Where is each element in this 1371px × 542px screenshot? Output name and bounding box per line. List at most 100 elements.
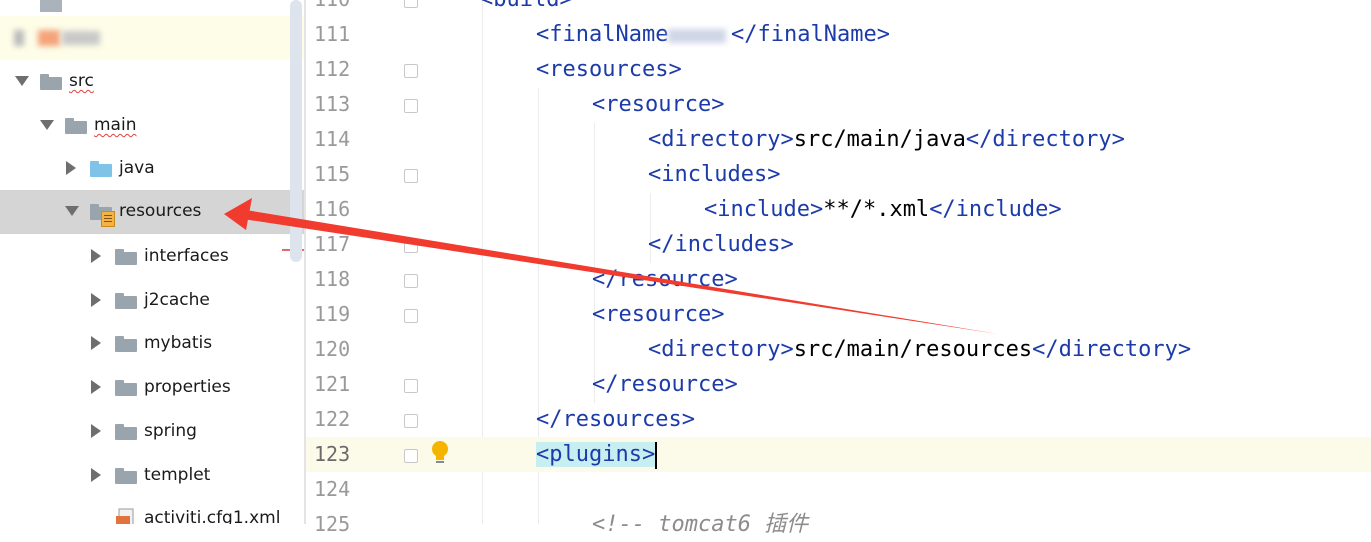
- folder-icon: [115, 380, 137, 396]
- code-line-122[interactable]: 122 </resources>: [306, 402, 1371, 437]
- code-line-110[interactable]: 110 <build>: [306, 0, 1371, 17]
- fold-marker-icon[interactable]: [404, 379, 418, 393]
- tree-item-src[interactable]: src: [0, 60, 304, 104]
- tree-item-activiti-xml[interactable]: activiti.cfg1.xml: [0, 497, 304, 524]
- expand-arrow-icon[interactable]: [66, 161, 76, 175]
- folder-icon: [65, 118, 87, 134]
- tree-item-mybatis[interactable]: mybatis: [0, 322, 304, 366]
- xml-text-value: src/main/java: [793, 127, 966, 152]
- tree-item-label: java: [119, 158, 155, 178]
- code-line-117[interactable]: 117 </includes>: [306, 227, 1371, 262]
- collapse-arrow-icon[interactable]: [15, 76, 29, 86]
- code-editor[interactable]: 110 <build> 111 <finalName </finalName> …: [306, 0, 1371, 537]
- tree-item-label: templet: [144, 465, 211, 485]
- folder-icon: [115, 424, 137, 440]
- text-caret: [655, 441, 658, 469]
- line-number: 114: [314, 127, 351, 151]
- expand-arrow-icon[interactable]: [91, 468, 101, 482]
- resources-badge-icon: [101, 211, 115, 227]
- code-comment: <!-- tomcat6 插件: [592, 512, 809, 537]
- xml-text-value: src/main/resources: [793, 337, 1033, 362]
- xml-file-icon: [116, 508, 134, 524]
- tree-item-label: interfaces: [144, 246, 229, 266]
- line-number: 111: [314, 22, 351, 46]
- line-number: 116: [314, 197, 351, 221]
- code-text: <includes>: [648, 162, 781, 187]
- code-line-113[interactable]: 113 <resource>: [306, 87, 1371, 122]
- folder-icon: [115, 468, 137, 484]
- folder-icon: [115, 293, 137, 309]
- code-line-121[interactable]: 121 </resource>: [306, 367, 1371, 402]
- folder-icon: [40, 74, 62, 90]
- tree-scrollbar[interactable]: [290, 0, 302, 262]
- expand-arrow-icon[interactable]: [91, 424, 101, 438]
- line-number: 119: [314, 302, 351, 326]
- fold-marker-icon[interactable]: [404, 274, 418, 288]
- lightbulb-icon[interactable]: [430, 440, 450, 466]
- code-text: <plugins>: [536, 442, 656, 467]
- tree-item-properties[interactable]: properties: [0, 366, 304, 410]
- expand-arrow-icon[interactable]: [91, 293, 101, 307]
- line-number: 115: [314, 162, 351, 186]
- xml-open-tag: <include>: [704, 197, 824, 222]
- redacted-value: [668, 29, 726, 43]
- tree-item-resources[interactable]: resources: [0, 190, 304, 234]
- line-number: 124: [314, 477, 351, 501]
- tree-item-main[interactable]: main: [0, 104, 304, 148]
- fold-marker-icon[interactable]: [404, 99, 418, 113]
- code-line-116[interactable]: 116 <include>**/*.xml</include>: [306, 192, 1371, 227]
- tree-item-interfaces[interactable]: interfaces: [0, 235, 304, 279]
- expand-arrow-icon[interactable]: [91, 249, 101, 263]
- tree-item-templet[interactable]: templet: [0, 454, 304, 498]
- fold-marker-icon[interactable]: [404, 64, 418, 78]
- project-tree: src main java resources interfaces j2cac…: [0, 0, 304, 524]
- code-line-114[interactable]: 114 <directory>src/main/java</directory>: [306, 122, 1371, 157]
- line-number: 113: [314, 92, 351, 116]
- fold-marker-icon[interactable]: [404, 309, 418, 323]
- code-line-115[interactable]: 115 <includes>: [306, 157, 1371, 192]
- project-name-redacted: [62, 31, 100, 45]
- xml-open-tag: <directory>: [648, 127, 794, 152]
- source-folder-icon: [90, 161, 112, 177]
- code-text: </includes>: [648, 232, 794, 257]
- code-text: </resource>: [592, 372, 738, 397]
- expand-arrow-icon[interactable]: [91, 336, 101, 350]
- code-text: <resources>: [536, 57, 682, 82]
- fold-marker-icon[interactable]: [404, 414, 418, 428]
- code-line-120[interactable]: 120 <directory>src/main/resources</direc…: [306, 332, 1371, 367]
- tree-item-j2cache[interactable]: j2cache: [0, 279, 304, 323]
- code-text: <build>: [480, 0, 573, 17]
- folder-icon: [40, 0, 62, 12]
- collapse-arrow-icon[interactable]: [40, 120, 54, 130]
- collapse-arrow-icon[interactable]: [65, 206, 79, 216]
- fold-marker-icon[interactable]: [404, 239, 418, 253]
- expand-arrow-icon[interactable]: [91, 380, 101, 394]
- code-text: </finalName>: [731, 22, 890, 47]
- tree-item-label: j2cache: [144, 290, 210, 310]
- tree-item-label: src: [69, 71, 94, 91]
- line-number: 117: [314, 232, 351, 256]
- code-line-111[interactable]: 111 <finalName </finalName>: [306, 17, 1371, 52]
- folder-icon: [115, 336, 137, 352]
- tree-item-java[interactable]: java: [0, 147, 304, 191]
- project-icon: [38, 30, 60, 46]
- code-line-118[interactable]: 118 </resource>: [306, 262, 1371, 297]
- code-line-124[interactable]: 124: [306, 472, 1371, 507]
- xml-open-tag: <directory>: [648, 337, 794, 362]
- fold-marker-icon[interactable]: [404, 449, 418, 463]
- code-text: <finalName: [536, 22, 669, 47]
- code-text: <resource>: [592, 302, 725, 327]
- module-icon: [14, 30, 24, 46]
- tree-item-label: resources: [119, 201, 202, 221]
- code-line-125[interactable]: 125 <!-- tomcat6 插件: [306, 507, 1371, 542]
- tree-row-project[interactable]: [0, 16, 304, 60]
- line-number: 112: [314, 57, 351, 81]
- code-line-123[interactable]: 123 <plugins>: [306, 437, 1371, 472]
- code-line-119[interactable]: 119 <resource>: [306, 297, 1371, 332]
- code-line-112[interactable]: 112 <resources>: [306, 52, 1371, 87]
- fold-marker-icon[interactable]: [404, 0, 418, 8]
- tree-item-label: properties: [144, 377, 231, 397]
- tree-item-spring[interactable]: spring: [0, 410, 304, 454]
- fold-marker-icon[interactable]: [404, 169, 418, 183]
- xml-text-value: **/*.xml: [823, 197, 930, 222]
